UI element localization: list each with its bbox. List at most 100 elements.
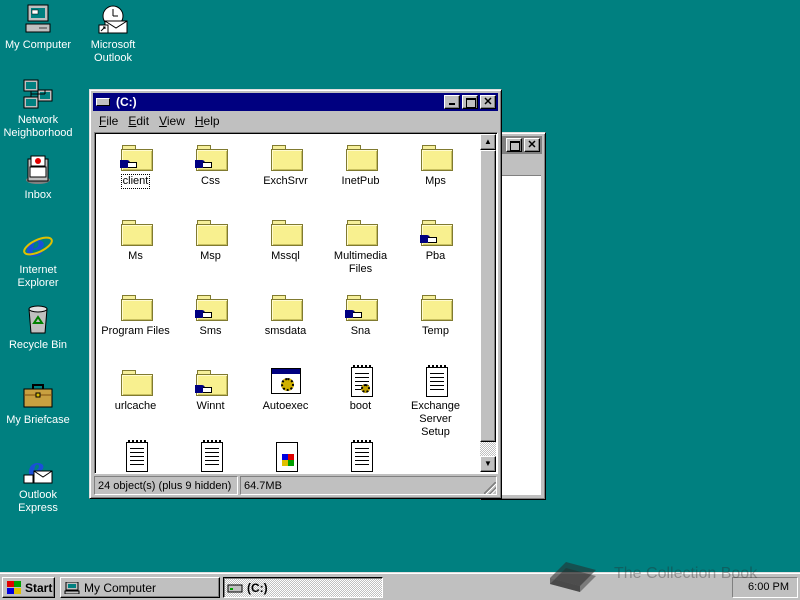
shared-folder-icon	[194, 141, 228, 173]
shared-folder-icon	[194, 291, 228, 323]
text-document-icon	[345, 440, 377, 473]
file-list-area[interactable]: client Css ExchSrvr InetPub Mps Ms Msp M…	[94, 132, 498, 474]
maximize-button[interactable]	[506, 138, 522, 152]
close-button[interactable]: ✕	[524, 138, 540, 152]
file-item[interactable]: Mssql	[248, 216, 323, 291]
file-item[interactable]: client	[98, 141, 173, 216]
menu-edit[interactable]: Edit	[123, 114, 154, 128]
shared-folder-icon	[119, 141, 153, 173]
drive-c-window[interactable]: (C:) ✕ File Edit View Help client Css Ex…	[89, 89, 502, 499]
maximize-button[interactable]	[462, 95, 478, 109]
taskbar-button-drive-c[interactable]: (C:)	[223, 577, 383, 598]
scroll-down-button[interactable]: ▼	[480, 456, 496, 472]
file-item[interactable]	[248, 441, 323, 473]
file-item[interactable]: Program Files	[98, 291, 173, 366]
file-item[interactable]: Temp	[398, 291, 473, 366]
internet-explorer-icon: e	[22, 228, 54, 264]
file-item[interactable]: InetPub	[323, 141, 398, 216]
file-item[interactable]	[98, 440, 173, 473]
item-label: smsdata	[264, 325, 307, 337]
desktop-icon-label: Internet Explorer	[17, 264, 59, 289]
item-label: Mps	[425, 175, 446, 187]
text-document-icon	[120, 440, 152, 473]
briefcase-icon	[22, 378, 54, 410]
file-item[interactable]: Pba	[398, 216, 473, 291]
icon-grid: client Css ExchSrvr InetPub Mps Ms Msp M…	[97, 135, 481, 473]
inbox-icon	[22, 153, 54, 185]
item-label: Pba	[425, 250, 446, 262]
file-item[interactable]: Sms	[173, 291, 248, 366]
item-label: Winnt	[196, 400, 225, 412]
file-item[interactable]: Multimedia Files	[323, 216, 398, 291]
window-title: (C:)	[116, 95, 137, 109]
menu-bar: File Edit View Help	[94, 112, 225, 130]
item-label: InetPub	[341, 175, 380, 187]
desktop-icon-my-computer[interactable]: My Computer	[0, 3, 76, 52]
folder-icon	[420, 291, 453, 323]
folder-icon	[345, 141, 378, 173]
item-label: urlcache	[114, 400, 157, 412]
file-item[interactable]: Autoexec	[248, 366, 323, 441]
text-document-icon	[195, 440, 227, 473]
window-titlebar[interactable]: (C:) ✕	[93, 93, 498, 111]
file-item[interactable]: Msp	[173, 216, 248, 291]
folder-icon	[120, 216, 153, 248]
folder-icon	[195, 216, 228, 248]
taskbar-button-my-computer[interactable]: My Computer	[60, 577, 220, 598]
desktop-icon-recycle-bin[interactable]: Recycle Bin	[0, 303, 76, 352]
desktop-icon-inbox[interactable]: Inbox	[0, 153, 76, 202]
desktop-icon-microsoft-outlook[interactable]: Microsoft Outlook	[75, 3, 151, 65]
file-item[interactable]: ExchSrvr	[248, 141, 323, 216]
config-file-icon	[345, 365, 377, 398]
item-label: Sms	[199, 325, 222, 337]
drive-icon	[96, 98, 110, 106]
resize-grip[interactable]	[484, 482, 496, 494]
folder-icon	[270, 216, 303, 248]
folder-icon	[420, 141, 453, 173]
file-item[interactable]	[173, 440, 248, 473]
item-label: client	[120, 174, 151, 189]
start-button[interactable]: Start	[2, 577, 55, 598]
desktop-icon-label: Network Neighborhood	[3, 114, 73, 139]
scroll-up-button[interactable]: ▲	[480, 134, 496, 150]
system-tray-clock[interactable]: 6:00 PM	[732, 577, 798, 598]
scroll-thumb[interactable]	[480, 150, 496, 442]
status-bar: 24 object(s) (plus 9 hidden) 64.7MB	[94, 476, 497, 495]
vertical-scrollbar[interactable]: ▲ ▼	[480, 134, 496, 472]
desktop-icon-label: Microsoft Outlook	[90, 39, 136, 64]
drive-icon	[227, 582, 243, 594]
menu-view[interactable]: View	[154, 114, 190, 128]
item-label: Autoexec	[262, 400, 309, 412]
item-label: Mssql	[271, 250, 300, 262]
desktop-icon-label: My Briefcase	[6, 414, 70, 426]
desktop-icon-my-briefcase[interactable]: My Briefcase	[0, 378, 76, 427]
file-item[interactable]: Winnt	[173, 366, 248, 441]
text-document-icon	[420, 365, 452, 398]
minimize-button[interactable]	[444, 95, 460, 109]
item-label: ExchSrvr	[263, 175, 308, 187]
file-item[interactable]: Mps	[398, 141, 473, 216]
folder-icon	[120, 291, 153, 323]
file-item[interactable]: Css	[173, 141, 248, 216]
item-label: boot	[349, 400, 372, 412]
item-label: Multimedia Files	[333, 250, 388, 275]
menu-help[interactable]: Help	[190, 114, 225, 128]
file-item[interactable]: urlcache	[98, 366, 173, 441]
shared-folder-icon	[419, 216, 453, 248]
file-item[interactable]: smsdata	[248, 291, 323, 366]
close-button[interactable]: ✕	[480, 95, 496, 109]
desktop-icon-network-neighborhood[interactable]: Network Neighborhood	[0, 78, 76, 140]
file-item[interactable]: boot	[323, 365, 398, 441]
desktop-icon-internet-explorer[interactable]: e Internet Explorer	[0, 228, 76, 290]
outlook-express-icon: e	[22, 453, 54, 485]
file-item[interactable]: Exchange Server Setup	[398, 365, 473, 441]
item-label: Css	[201, 175, 220, 187]
file-item[interactable]: Ms	[98, 216, 173, 291]
shared-folder-icon	[344, 291, 378, 323]
desktop-icon-outlook-express[interactable]: e Outlook Express	[0, 453, 76, 515]
folder-icon	[120, 366, 153, 398]
file-item[interactable]	[323, 440, 398, 473]
menu-file[interactable]: File	[94, 114, 123, 128]
file-item[interactable]: Sna	[323, 291, 398, 366]
item-label: Exchange Server Setup	[411, 400, 460, 438]
